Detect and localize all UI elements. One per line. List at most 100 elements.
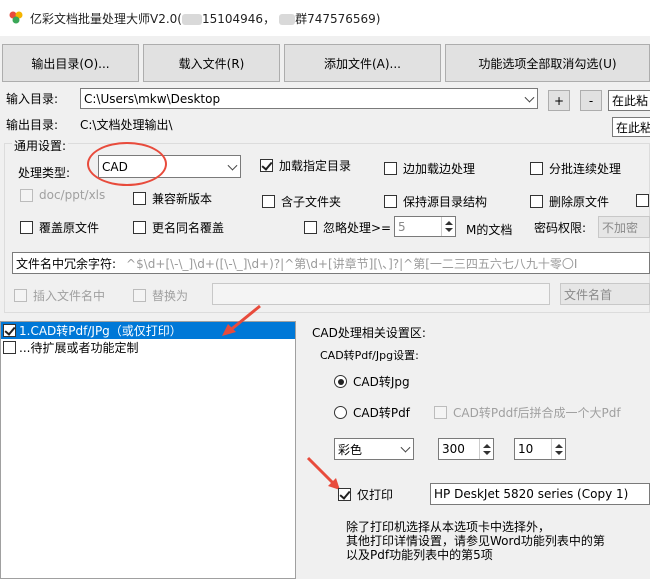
doc-types-option[interactable]: doc/ppt/xls xyxy=(20,188,105,202)
task-checkbox[interactable] xyxy=(3,324,16,337)
ignore-size-value: 5 xyxy=(398,219,406,234)
app-icon xyxy=(8,9,24,25)
name-position-select[interactable]: 文件名首 xyxy=(560,283,650,305)
replace-with-option[interactable]: 替换为 xyxy=(133,287,188,304)
output-dir-value: C:\文档处理输出\ xyxy=(80,118,173,132)
print-only-option[interactable]: 仅打印 xyxy=(338,486,393,503)
compat-new-label: 兼容新版本 xyxy=(152,192,213,206)
insert-name-option[interactable]: 插入文件名中 xyxy=(14,287,105,304)
to-pdf-label: CAD转Pdf xyxy=(353,406,410,420)
add-file-button[interactable]: 添加文件(A)... xyxy=(284,44,441,82)
mb-doc-label: M的文档 xyxy=(466,223,513,237)
merge-pdf-checkbox[interactable] xyxy=(434,406,447,419)
load-while-option[interactable]: 边加载边处理 xyxy=(384,160,475,177)
include-sub-option[interactable]: 含子文件夹 xyxy=(262,193,341,210)
load-file-button[interactable]: 载入文件(R) xyxy=(143,44,280,82)
replace-with-checkbox[interactable] xyxy=(133,289,146,302)
load-while-label: 边加载边处理 xyxy=(403,162,476,176)
redacted-block xyxy=(181,14,202,25)
arrow-down-icon xyxy=(444,228,453,232)
chevron-down-icon xyxy=(227,160,238,171)
note-line-2: 其他打印详情设置，请参见Word功能列表中的第 xyxy=(346,534,605,548)
merge-pdf-option[interactable]: CAD转Pddf后拼合成一个大Pdf xyxy=(434,404,621,421)
load-dir-checkbox[interactable] xyxy=(260,159,273,172)
chevron-down-icon xyxy=(400,442,411,453)
stepper-arrows[interactable] xyxy=(441,217,455,236)
title-prefix: 亿彩文档批量处理大师V2.0( xyxy=(30,12,182,26)
window-title: 亿彩文档批量处理大师V2.0(15104946， 群747576569) xyxy=(30,10,380,27)
name-position-value: 文件名首 xyxy=(564,287,613,302)
dpi-value-1: 300 xyxy=(442,442,465,456)
redundant-chars-label: 文件名中冗余字符: xyxy=(16,256,117,271)
stepper-arrows[interactable] xyxy=(551,439,565,459)
dpi-stepper-1[interactable]: 300 xyxy=(438,438,494,460)
keep-struct-checkbox[interactable] xyxy=(384,195,397,208)
uncheck-all-button[interactable]: 功能选项全部取消勾选(U) xyxy=(445,44,650,82)
batch-cont-option[interactable]: 分批连续处理 xyxy=(530,160,621,177)
output-dir-button[interactable]: 输出目录(O)... xyxy=(2,44,139,82)
batch-cont-checkbox[interactable] xyxy=(530,162,543,175)
arrow-up-icon xyxy=(482,443,491,448)
rename-overwrite-option[interactable]: 更名同名覆盖 xyxy=(133,219,224,236)
to-jpg-radio[interactable] xyxy=(334,375,347,388)
pwd-select[interactable]: 不加密 xyxy=(598,216,650,238)
to-pdf-option[interactable]: CAD转Pdf xyxy=(334,404,410,421)
ignore-size-stepper[interactable]: 5 xyxy=(394,216,456,237)
add-path-button[interactable]: + xyxy=(548,90,570,111)
task-checkbox[interactable] xyxy=(3,341,16,354)
paste-here-field-1[interactable]: 在此粘 xyxy=(608,90,650,111)
print-only-checkbox[interactable] xyxy=(338,488,351,501)
to-jpg-label: CAD转Jpg xyxy=(353,375,410,389)
compat-new-option[interactable]: 兼容新版本 xyxy=(133,190,212,207)
pwd-label: 密码权限: xyxy=(534,221,587,235)
redacted-block xyxy=(279,14,296,25)
doc-types-checkbox[interactable] xyxy=(20,188,33,202)
annotation-circle xyxy=(87,142,167,186)
compat-new-checkbox[interactable] xyxy=(133,192,146,205)
to-jpg-option[interactable]: CAD转Jpg xyxy=(334,373,410,390)
input-dir-combo[interactable]: C:\Users\mkw\Desktop xyxy=(80,88,538,109)
cut-off-checkbox[interactable] xyxy=(636,193,649,207)
merge-pdf-label: CAD转Pddf后拼合成一个大Pdf xyxy=(453,406,621,420)
overwrite-checkbox[interactable] xyxy=(20,221,33,234)
arrow-down-icon xyxy=(554,450,563,455)
overwrite-label: 覆盖原文件 xyxy=(39,221,100,235)
paste-here-field-2[interactable]: 在此粘 xyxy=(612,117,650,137)
insert-name-label: 插入文件名中 xyxy=(33,289,106,303)
include-sub-label: 含子文件夹 xyxy=(281,195,342,209)
replace-with-label: 替换为 xyxy=(152,289,189,303)
to-pdf-radio[interactable] xyxy=(334,406,347,419)
overwrite-option[interactable]: 覆盖原文件 xyxy=(20,219,99,236)
arrow-up-icon xyxy=(444,221,453,225)
rename-overwrite-checkbox[interactable] xyxy=(133,221,146,234)
title-mid: 15104946， xyxy=(201,12,276,26)
stepper-arrows[interactable] xyxy=(479,439,493,459)
load-dir-option[interactable]: 加载指定目录 xyxy=(260,157,351,174)
arrow-up-icon xyxy=(554,443,563,448)
dpi-value-2: 10 xyxy=(518,442,534,456)
delete-src-option[interactable]: 删除原文件 xyxy=(530,193,609,210)
include-sub-checkbox[interactable] xyxy=(262,195,275,208)
load-dir-label: 加载指定目录 xyxy=(279,159,352,173)
task-list[interactable]: 1.CAD转Pdf/JPg（或仅打印） ...待扩展或者功能定制 xyxy=(0,321,296,579)
printer-select[interactable]: HP DeskJet 5820 series (Copy 1) xyxy=(430,483,650,505)
ignore-option[interactable]: 忽略处理>= xyxy=(304,219,391,236)
print-only-label: 仅打印 xyxy=(357,488,394,502)
ignore-checkbox[interactable] xyxy=(304,221,317,234)
color-mode-select[interactable]: 彩色 xyxy=(334,438,414,460)
cad-area-label: CAD处理相关设置区: xyxy=(312,326,426,340)
load-while-checkbox[interactable] xyxy=(384,162,397,175)
annotation-arrow-icon xyxy=(218,302,268,341)
chevron-down-icon xyxy=(524,92,535,103)
redundant-chars-field[interactable]: 文件名中冗余字符: ^$\d+[\-\_]\d+([\-\_]\d+)?|^第\… xyxy=(12,252,650,274)
output-dir-label: 输出目录: xyxy=(6,118,59,132)
remove-path-button[interactable]: - xyxy=(580,90,602,111)
dpi-stepper-2[interactable]: 10 xyxy=(514,438,566,460)
delete-src-checkbox[interactable] xyxy=(530,195,543,208)
list-item[interactable]: ...待扩展或者功能定制 xyxy=(1,339,295,356)
insert-name-checkbox[interactable] xyxy=(14,289,27,302)
task-label: ...待扩展或者功能定制 xyxy=(19,341,139,355)
keep-struct-label: 保持源目录结构 xyxy=(403,195,488,209)
doc-types-label: doc/ppt/xls xyxy=(39,188,106,202)
keep-struct-option[interactable]: 保持源目录结构 xyxy=(384,193,487,210)
